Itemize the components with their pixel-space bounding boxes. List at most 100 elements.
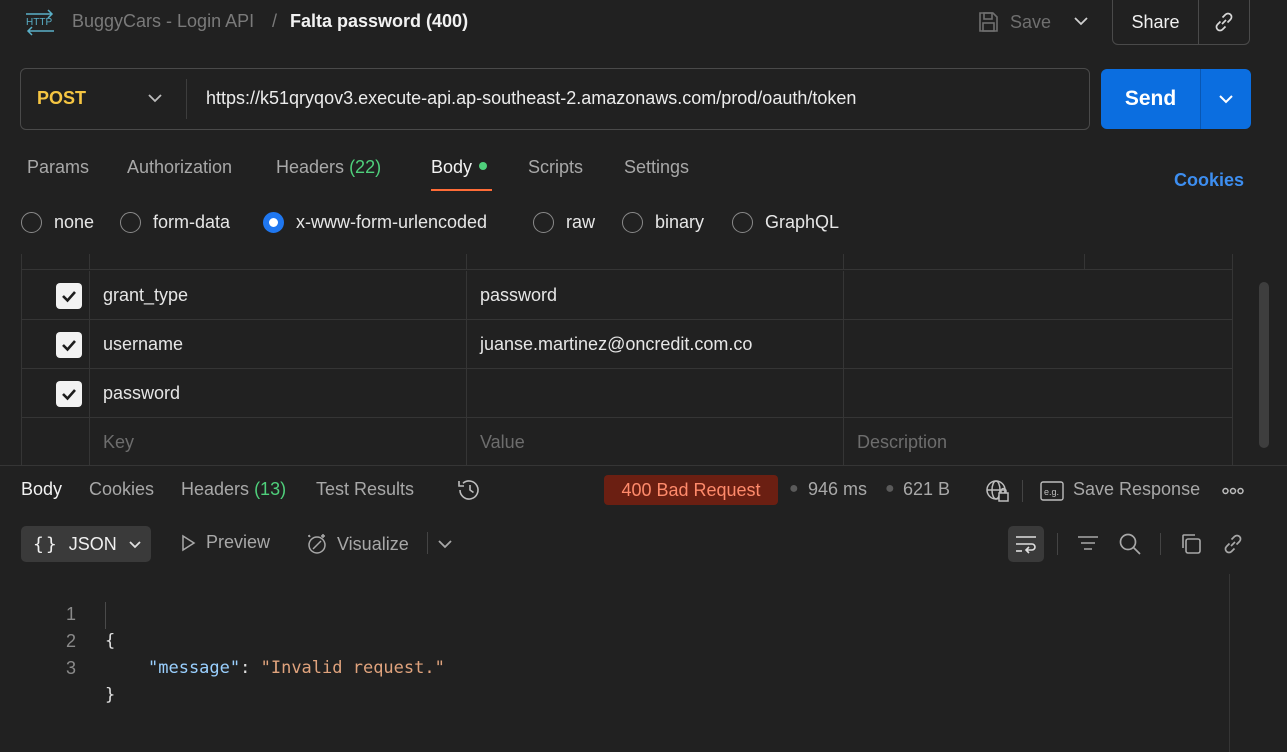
copy-icon[interactable] [1179, 532, 1203, 556]
preview-button[interactable]: Preview [178, 532, 270, 553]
check-icon [62, 340, 76, 352]
divider [427, 532, 428, 554]
url-bar: POST https://k51qryqov3.execute-api.ap-s… [20, 68, 1090, 130]
format-select[interactable]: {} JSON [21, 526, 151, 562]
code-line: 3 } [0, 628, 1230, 705]
response-tab-headers-label: Headers [181, 479, 250, 499]
divider [186, 79, 187, 119]
save-icon [979, 12, 998, 32]
http-icon: HTTP [24, 8, 56, 36]
chevron-down-icon [1219, 95, 1233, 104]
response-tab-test-results[interactable]: Test Results [316, 479, 414, 500]
table-row: password [22, 369, 1232, 418]
radio-form-data[interactable]: form-data [120, 210, 230, 234]
visualize-label: Visualize [337, 533, 409, 554]
send-options-button[interactable] [1201, 69, 1251, 129]
response-body-editor[interactable]: 1 { 2 "message": "Invalid request." 3 } [0, 574, 1230, 705]
wrap-lines-button[interactable] [1008, 526, 1044, 562]
code-line: 1 { [0, 574, 1230, 651]
row-checkbox[interactable] [56, 283, 82, 309]
method-select[interactable]: POST [37, 88, 86, 109]
share-button[interactable]: Share [1113, 0, 1199, 44]
chevron-down-icon[interactable] [145, 88, 165, 108]
scrollbar[interactable] [1259, 282, 1269, 448]
save-button[interactable]: Save [976, 8, 1051, 36]
svg-text:e.g.: e.g. [1044, 487, 1059, 497]
radio-label: x-www-form-urlencoded [296, 211, 488, 232]
tab-headers[interactable]: Headers (22) [276, 157, 381, 178]
format-label: JSON [68, 533, 117, 554]
key-input[interactable]: Key [103, 418, 134, 466]
chevron-down-icon [129, 541, 141, 549]
link-icon [1215, 12, 1233, 32]
param-key[interactable]: username [103, 320, 183, 369]
tab-scripts[interactable]: Scripts [528, 157, 583, 178]
radio-x-www-form-urlencoded[interactable]: x-www-form-urlencoded [263, 210, 487, 234]
json-value: "Invalid request." [260, 658, 445, 678]
check-icon [62, 389, 76, 401]
more-options-icon[interactable] [1222, 484, 1244, 498]
response-size[interactable]: 621 B [903, 479, 950, 500]
network-globe-icon[interactable] [984, 478, 1010, 504]
row-checkbox[interactable] [56, 332, 82, 358]
tab-headers-label: Headers [276, 157, 345, 177]
link-icon[interactable] [1221, 532, 1245, 556]
copy-link-button[interactable] [1199, 0, 1249, 44]
save-response-button[interactable]: Save Response [1073, 479, 1200, 500]
response-tab-headers[interactable]: Headers (13) [181, 479, 286, 500]
radio-binary[interactable]: binary [622, 210, 704, 234]
response-time[interactable]: 946 ms [808, 479, 867, 500]
url-input[interactable]: https://k51qryqov3.execute-api.ap-southe… [206, 88, 856, 109]
param-key[interactable]: password [103, 369, 180, 418]
cookies-link[interactable]: Cookies [1174, 170, 1244, 191]
svg-text:HTTP: HTTP [26, 17, 52, 28]
visualize-button[interactable]: Visualize [305, 532, 409, 556]
radio-label: binary [655, 211, 705, 232]
pane-divider[interactable] [0, 465, 1287, 466]
magic-wand-icon [308, 534, 326, 554]
tab-body[interactable]: Body [431, 157, 488, 178]
tab-authorization[interactable]: Authorization [127, 157, 232, 178]
tab-body-label: Body [431, 157, 473, 177]
modified-dot-icon [479, 162, 488, 170]
filter-icon[interactable] [1076, 532, 1100, 556]
response-tab-body[interactable]: Body [21, 479, 62, 500]
breadcrumb-collection[interactable]: BuggyCars - Login API [72, 10, 254, 32]
response-tab-cookies[interactable]: Cookies [89, 479, 154, 500]
request-title[interactable]: Falta password (400) [290, 10, 468, 32]
value-input[interactable]: Value [480, 418, 525, 466]
description-input[interactable]: Description [857, 418, 947, 466]
param-value[interactable]: juanse.martinez@oncredit.com.co [480, 320, 752, 369]
chevron-down-icon[interactable] [436, 535, 454, 553]
divider [1160, 533, 1161, 555]
response-tab-headers-count: (13) [254, 479, 287, 499]
tab-params[interactable]: Params [27, 157, 89, 178]
chevron-down-icon[interactable] [1070, 10, 1092, 32]
code-text: } [105, 685, 116, 705]
row-checkbox[interactable] [56, 381, 82, 407]
history-icon[interactable] [456, 478, 482, 502]
tab-settings[interactable]: Settings [624, 157, 689, 178]
line-number: 3 [65, 658, 76, 678]
radio-circle [21, 211, 42, 233]
example-icon: e.g. [1040, 480, 1064, 502]
radio-circle [622, 211, 643, 233]
divider [1057, 533, 1058, 555]
radio-label: form-data [153, 211, 231, 232]
wrap-lines-icon [1016, 536, 1036, 554]
braces-icon: {} [33, 533, 59, 555]
search-icon[interactable] [1118, 532, 1142, 556]
radio-label: GraphQL [765, 211, 840, 232]
radio-label: none [54, 211, 95, 232]
param-key[interactable]: grant_type [103, 271, 188, 320]
play-icon [182, 534, 196, 551]
breadcrumb-separator: / [272, 11, 278, 31]
json-colon: : [240, 658, 261, 678]
radio-graphql[interactable]: GraphQL [732, 210, 839, 234]
editor-scrollbar[interactable] [1229, 574, 1251, 752]
param-value[interactable]: password [480, 271, 557, 320]
radio-raw[interactable]: raw [533, 210, 595, 234]
status-badge[interactable]: 400 Bad Request [604, 475, 778, 505]
radio-none[interactable]: none [21, 210, 94, 234]
send-button[interactable]: Send [1101, 69, 1201, 129]
